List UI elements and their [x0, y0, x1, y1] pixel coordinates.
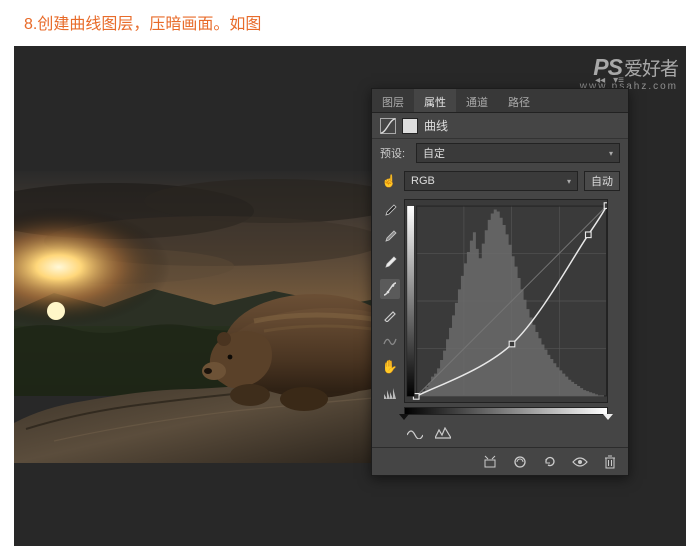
adjustment-title: 曲线 [424, 117, 448, 134]
eyedropper-black-icon[interactable] [380, 201, 400, 221]
mask-icon [402, 118, 418, 134]
properties-panel: ◂◂ ▾≡ 图层属性通道路径 曲线 预设: 自定 ▾ ☝ RGB ▾ [371, 88, 629, 476]
tab-2[interactable]: 通道 [456, 89, 498, 112]
reset-icon[interactable] [542, 454, 558, 470]
auto-button[interactable]: 自动 [584, 171, 620, 191]
tab-1[interactable]: 属性 [414, 89, 456, 112]
hand-icon[interactable]: ✋ [380, 357, 400, 377]
wavy-icon[interactable] [406, 425, 424, 441]
view-previous-icon[interactable] [512, 454, 528, 470]
panel-menu-icon[interactable]: ▾≡ [613, 75, 624, 86]
preset-select[interactable]: 自定 ▾ [416, 143, 620, 163]
canvas-preview [14, 171, 386, 463]
eyedropper-white-icon[interactable] [380, 253, 400, 273]
clip-to-layer-icon[interactable] [482, 454, 498, 470]
finger-icon[interactable]: ☝ [380, 173, 398, 189]
pencil-tool-icon[interactable] [380, 305, 400, 325]
eyedropper-gray-icon[interactable] [380, 227, 400, 247]
chevron-down-icon: ▾ [567, 177, 571, 186]
channel-value: RGB [411, 175, 435, 187]
instruction-text: 8.创建曲线图层，压暗画面。如图 [24, 10, 261, 34]
watermark-suffix: 爱好者 [624, 59, 678, 80]
watermark: PS爱好者 www.psahz.com [580, 54, 678, 92]
white-point-handle[interactable] [603, 414, 613, 420]
delete-icon[interactable] [602, 454, 618, 470]
tab-0[interactable]: 图层 [372, 89, 414, 112]
curve-graph[interactable] [404, 199, 608, 403]
black-point-handle[interactable] [399, 414, 409, 420]
point-tool-icon[interactable] [380, 279, 400, 299]
mountains-icon[interactable] [434, 425, 452, 441]
channel-select[interactable]: RGB ▾ [404, 171, 578, 191]
preset-label: 预设: [380, 145, 410, 161]
curves-icon [380, 118, 396, 134]
panel-collapse-icon[interactable]: ◂◂ [595, 75, 605, 86]
output-slider[interactable] [404, 405, 608, 419]
workspace: PS爱好者 www.psahz.com [14, 45, 686, 547]
preset-value: 自定 [423, 145, 445, 161]
tab-3[interactable]: 路径 [498, 89, 540, 112]
smooth-icon[interactable] [380, 331, 400, 351]
chevron-down-icon: ▾ [609, 149, 613, 158]
panel-tabstrip: 图层属性通道路径 [372, 89, 628, 113]
visibility-icon[interactable] [572, 454, 588, 470]
histogram-toggle-icon[interactable] [380, 383, 400, 403]
